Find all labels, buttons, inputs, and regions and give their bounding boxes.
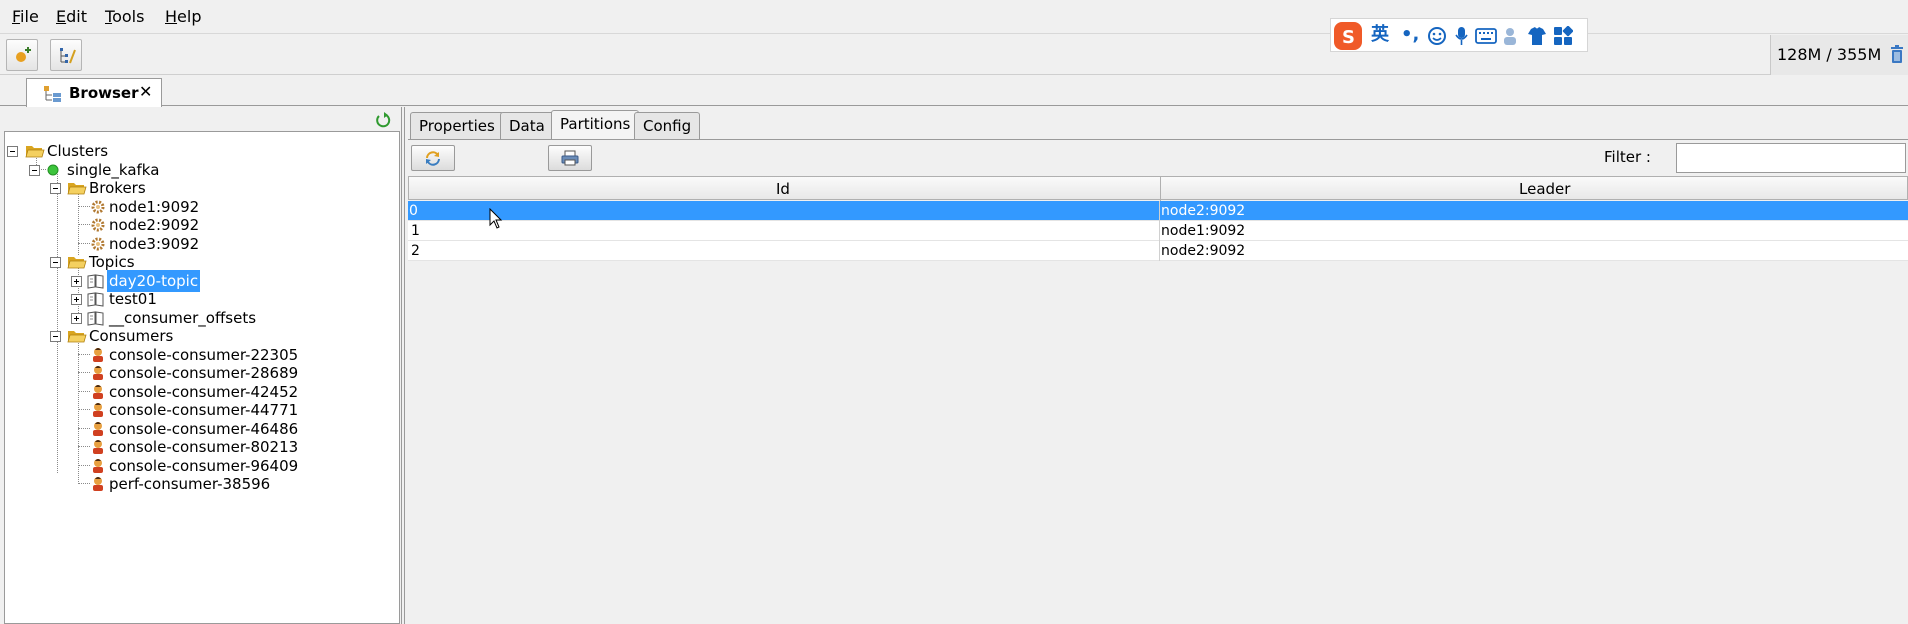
- folder-open-icon: [25, 146, 45, 158]
- menu-bar: File Edit Tools Help: [0, 0, 1908, 34]
- tab-properties[interactable]: Properties: [410, 112, 504, 139]
- user-assist-icon[interactable]: [1501, 26, 1521, 46]
- tab-partitions[interactable]: Partitions: [551, 110, 640, 139]
- partitions-table: Id Leader 0 node2:9092 1 node1:9092 2 no…: [408, 176, 1908, 624]
- menu-help[interactable]: Help: [165, 7, 201, 26]
- table-row-selected[interactable]: 0 node2:9092: [408, 201, 1908, 221]
- add-cluster-button[interactable]: [6, 39, 38, 71]
- topic-book-icon: [87, 274, 104, 289]
- topic-book-icon: [87, 311, 104, 326]
- menu-help-label: elp: [177, 7, 202, 26]
- menu-help-mnemonic: H: [165, 7, 178, 26]
- menu-file[interactable]: File: [12, 7, 39, 26]
- consumer-person-icon: [93, 366, 103, 380]
- tree-node-consumer[interactable]: perf-consumer-38596: [5, 473, 305, 495]
- consumer-person-icon: [93, 440, 103, 454]
- cell-separator: [1159, 201, 1160, 221]
- consumer-person-icon: [93, 477, 103, 491]
- cell-separator: [1159, 221, 1160, 241]
- tab-browser[interactable]: Browser ✕: [26, 78, 162, 107]
- memory-usage-text: 128M / 355M: [1777, 45, 1882, 64]
- consumer-person-icon: [93, 385, 103, 399]
- folder-open-icon: [67, 183, 87, 195]
- tree-label-consumer: perf-consumer-38596: [109, 475, 271, 493]
- folder-open-icon: [67, 257, 87, 269]
- table-header: Id Leader: [408, 176, 1908, 201]
- expand-icon[interactable]: [71, 294, 82, 305]
- cluster-connected-status-icon: [47, 164, 59, 176]
- table-row[interactable]: 2 node2:9092: [408, 241, 1908, 261]
- print-icon: [561, 150, 579, 166]
- memory-indicator: 128M / 355M: [1770, 35, 1908, 75]
- sogou-logo-icon[interactable]: S: [1333, 21, 1363, 51]
- mouse-cursor-icon: [489, 208, 503, 229]
- tab-data[interactable]: Data: [500, 112, 554, 139]
- tab-divider: [408, 139, 1908, 140]
- broker-gear-icon: [91, 200, 105, 214]
- collapse-icon[interactable]: [50, 257, 61, 268]
- menu-tools-label: ools: [112, 7, 145, 26]
- menu-edit-mnemonic: E: [56, 7, 67, 26]
- microphone-icon[interactable]: [1453, 26, 1471, 46]
- broker-gear-icon: [91, 218, 105, 232]
- menu-file-mnemonic: F: [12, 7, 21, 26]
- add-cluster-icon: [16, 47, 31, 62]
- consumer-person-icon: [93, 403, 103, 417]
- filter-input[interactable]: [1676, 143, 1906, 173]
- cell-id: 0: [409, 203, 418, 219]
- collapse-icon[interactable]: [50, 331, 61, 342]
- column-header-leader[interactable]: Leader: [1519, 180, 1570, 198]
- expand-icon[interactable]: [71, 276, 82, 287]
- ime-punctuation-toggle[interactable]: •,: [1401, 25, 1419, 45]
- consumer-person-icon: [93, 459, 103, 473]
- ime-language-toggle[interactable]: 英: [1371, 25, 1389, 45]
- filter-label: Filter :: [1604, 148, 1651, 166]
- topic-book-icon: [87, 292, 104, 307]
- tab-config[interactable]: Config: [634, 112, 701, 139]
- ime-toolbar: S 英 •,: [1330, 18, 1588, 52]
- main-tab-strip: Browser ✕: [0, 76, 1908, 107]
- tree-settings-button[interactable]: [50, 39, 82, 71]
- print-button[interactable]: [548, 145, 592, 171]
- toolbox-grid-icon[interactable]: [1553, 26, 1573, 46]
- consumer-person-icon: [93, 422, 103, 436]
- cluster-tree[interactable]: Clusters single_kafka Brokers node1:9092…: [4, 131, 400, 624]
- close-tab-icon[interactable]: ✕: [139, 82, 152, 101]
- toolbar: [0, 35, 1908, 75]
- table-row[interactable]: 1 node1:9092: [408, 221, 1908, 241]
- browser-tree-icon: [44, 86, 61, 102]
- consumer-person-icon: [93, 348, 103, 362]
- refresh-tree-icon[interactable]: [376, 112, 392, 128]
- folder-open-icon: [67, 331, 87, 343]
- menu-tools[interactable]: Tools: [105, 7, 144, 26]
- refresh-icon: [426, 151, 440, 166]
- collapse-icon[interactable]: [29, 165, 40, 176]
- tab-browser-label: Browser: [69, 84, 139, 102]
- broker-gear-icon: [91, 237, 105, 251]
- column-header-id[interactable]: Id: [776, 180, 790, 198]
- cell-leader: node1:9092: [1161, 223, 1246, 239]
- menu-edit[interactable]: Edit: [56, 7, 87, 26]
- skin-shirt-icon[interactable]: [1527, 26, 1547, 46]
- refresh-partitions-button[interactable]: [411, 145, 455, 171]
- column-separator[interactable]: [1160, 177, 1161, 201]
- expand-icon[interactable]: [71, 313, 82, 324]
- tree-settings-icon: [60, 48, 76, 64]
- menu-edit-label: dit: [66, 7, 87, 26]
- cell-id: 2: [411, 243, 420, 259]
- cell-separator: [1159, 241, 1160, 261]
- svg-text:S: S: [1342, 27, 1355, 48]
- cell-leader: node2:9092: [1161, 203, 1246, 219]
- menu-tools-mnemonic: T: [105, 7, 113, 26]
- garbage-collect-trash-icon[interactable]: [1889, 45, 1905, 65]
- collapse-icon[interactable]: [50, 183, 61, 194]
- collapse-icon[interactable]: [7, 146, 18, 157]
- menu-file-label: ile: [20, 7, 39, 26]
- cell-leader: node2:9092: [1161, 243, 1246, 259]
- emoji-icon[interactable]: [1427, 26, 1447, 46]
- keyboard-icon[interactable]: [1475, 27, 1497, 45]
- cell-id: 1: [411, 223, 420, 239]
